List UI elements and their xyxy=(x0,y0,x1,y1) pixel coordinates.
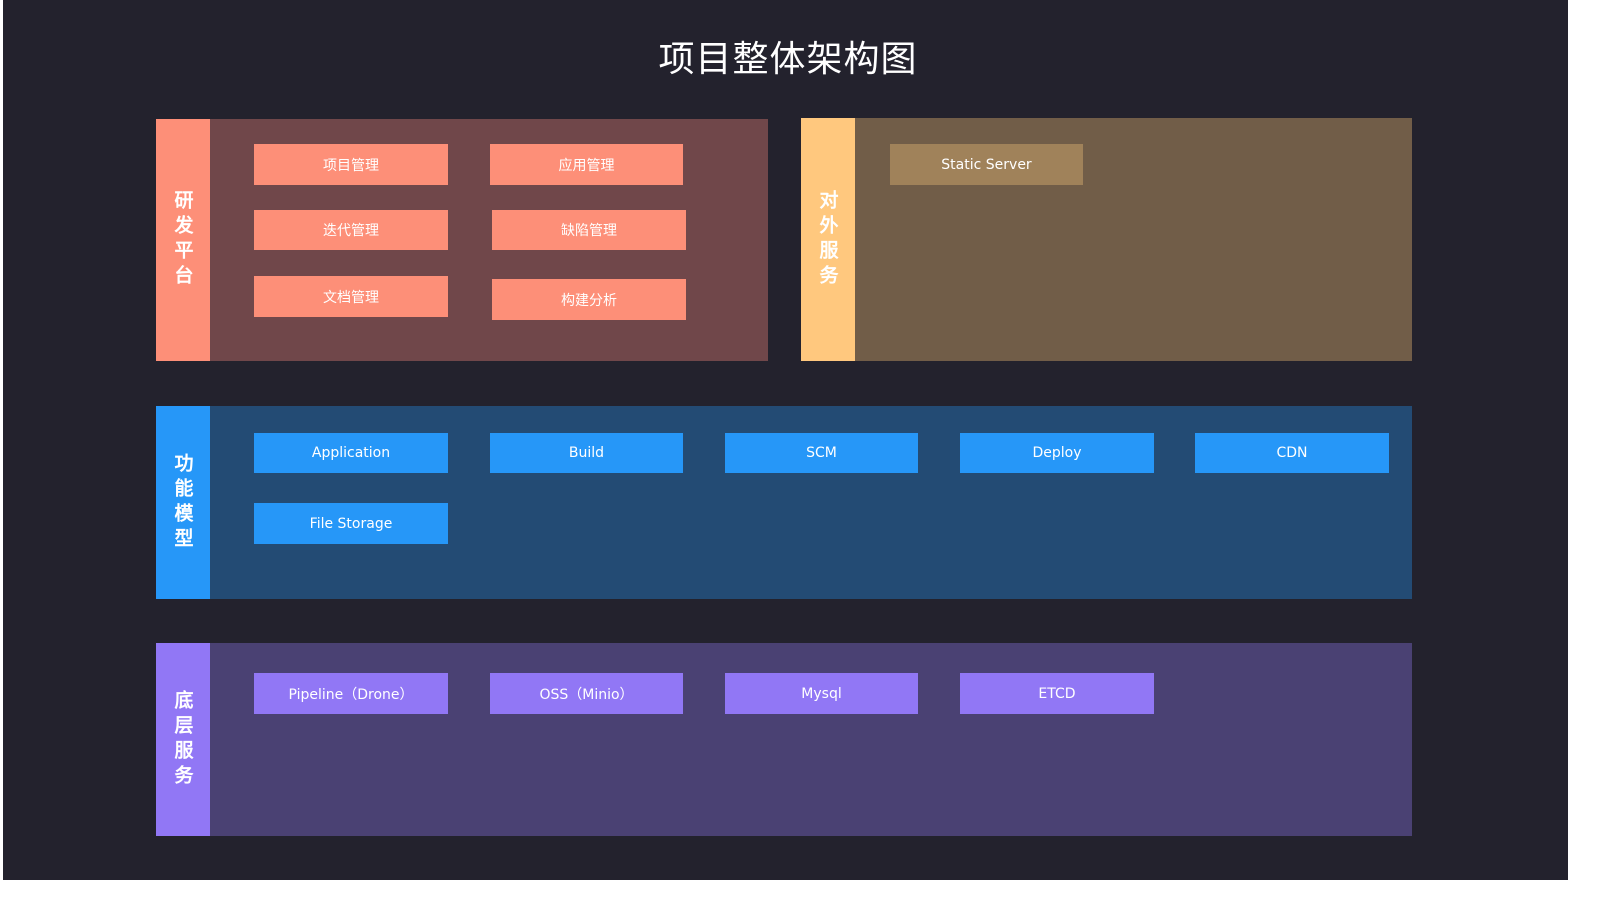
section-model: 功能模型 Application Build SCM Deploy CDN Fi… xyxy=(156,406,1412,599)
section-infra-label-text: 底层服务 xyxy=(171,689,194,790)
infra-item-oss[interactable]: OSS（Minio） xyxy=(490,673,683,714)
section-external: 对外服务 Static Server xyxy=(801,118,1412,361)
section-platform-label-text: 研发平台 xyxy=(171,190,194,290)
section-platform: 研发平台 项目管理 应用管理 迭代管理 缺陷管理 文档管理 构建分析 xyxy=(156,119,768,361)
model-item-cdn[interactable]: CDN xyxy=(1195,433,1389,473)
section-model-label: 功能模型 xyxy=(156,406,210,599)
platform-item-build-analysis[interactable]: 构建分析 xyxy=(492,279,686,320)
section-external-label: 对外服务 xyxy=(801,118,855,361)
model-item-build[interactable]: Build xyxy=(490,433,683,473)
section-external-label-text: 对外服务 xyxy=(816,189,839,290)
platform-item-doc-mgmt[interactable]: 文档管理 xyxy=(254,276,448,317)
model-item-file-storage[interactable]: File Storage xyxy=(254,503,448,544)
diagram-canvas: 项目整体架构图 研发平台 项目管理 应用管理 迭代管理 缺陷管理 文档管理 构建… xyxy=(3,0,1568,880)
model-item-scm[interactable]: SCM xyxy=(725,433,918,473)
diagram-title: 项目整体架构图 xyxy=(658,39,918,80)
platform-item-app-mgmt[interactable]: 应用管理 xyxy=(490,144,683,185)
platform-item-project-mgmt[interactable]: 项目管理 xyxy=(254,144,448,185)
platform-item-defect-mgmt[interactable]: 缺陷管理 xyxy=(492,210,686,250)
section-infra-label: 底层服务 xyxy=(156,643,210,836)
infra-item-pipeline[interactable]: Pipeline（Drone） xyxy=(254,673,448,714)
section-model-label-text: 功能模型 xyxy=(171,452,194,553)
model-item-application[interactable]: Application xyxy=(254,433,448,473)
infra-item-mysql[interactable]: Mysql xyxy=(725,673,918,714)
infra-item-etcd[interactable]: ETCD xyxy=(960,673,1154,714)
platform-item-iteration-mgmt[interactable]: 迭代管理 xyxy=(254,210,448,250)
section-infra: 底层服务 Pipeline（Drone） OSS（Minio） Mysql ET… xyxy=(156,643,1412,836)
section-platform-label: 研发平台 xyxy=(156,119,210,361)
model-item-deploy[interactable]: Deploy xyxy=(960,433,1154,473)
external-item-static-server[interactable]: Static Server xyxy=(890,144,1083,185)
